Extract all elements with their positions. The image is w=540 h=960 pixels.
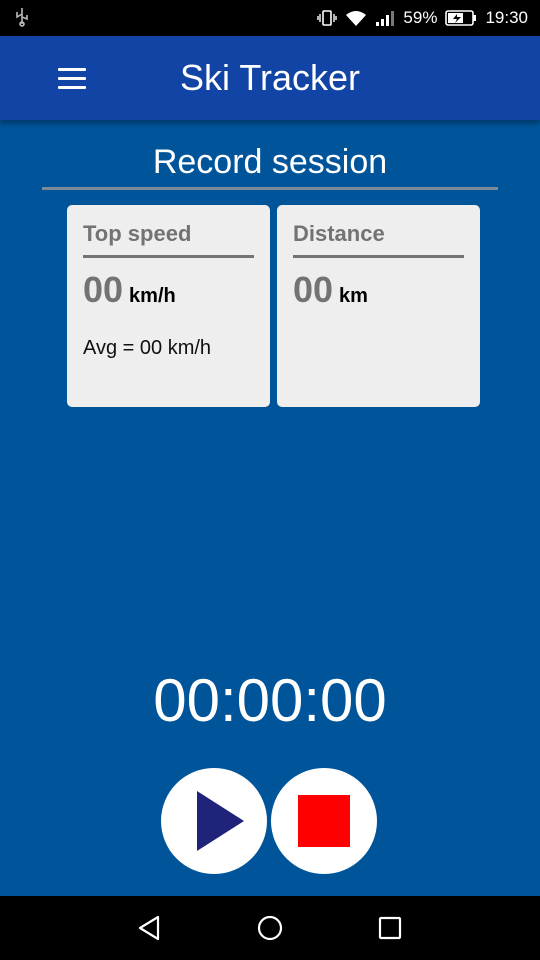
home-icon[interactable] xyxy=(254,912,286,944)
top-speed-number: 00 xyxy=(83,269,124,310)
session-timer: 00:00:00 xyxy=(153,667,387,734)
avg-speed-text: Avg = 00 km/h xyxy=(83,337,212,359)
status-bar: 59% 19:30 xyxy=(0,0,540,36)
distance-value: 00 km xyxy=(293,269,368,311)
top-speed-value: 00 km/h xyxy=(83,269,176,311)
play-icon xyxy=(197,791,244,851)
top-speed-label: Top speed xyxy=(83,221,192,246)
section-divider xyxy=(42,187,498,190)
battery-percent: 59% xyxy=(403,8,438,27)
distance-number: 00 xyxy=(293,269,334,310)
top-speed-unit: km/h xyxy=(129,285,176,307)
distance-unit: km xyxy=(339,285,368,307)
distance-label: Distance xyxy=(293,221,385,246)
vibrate-icon xyxy=(317,9,338,27)
signal-icon xyxy=(375,9,395,27)
distance-card: Distance 00 km xyxy=(277,205,480,407)
stop-icon xyxy=(298,795,350,847)
app-title: Ski Tracker xyxy=(179,57,361,98)
back-icon[interactable] xyxy=(134,912,166,944)
wifi-icon xyxy=(345,9,367,27)
clock: 19:30 xyxy=(485,8,528,27)
stop-button[interactable] xyxy=(271,768,377,874)
battery-charging-icon xyxy=(445,10,477,26)
card-divider xyxy=(83,255,254,258)
section-title: Record session xyxy=(152,143,388,181)
status-icons: 59% 19:30 xyxy=(317,8,528,28)
play-button[interactable] xyxy=(161,768,267,874)
usb-icon xyxy=(14,7,30,27)
system-nav-bar xyxy=(0,896,540,960)
app-bar: Ski Tracker xyxy=(0,36,540,120)
card-divider xyxy=(293,255,464,258)
top-speed-card: Top speed 00 km/h Avg = 00 km/h xyxy=(67,205,270,407)
recents-icon[interactable] xyxy=(374,912,406,944)
